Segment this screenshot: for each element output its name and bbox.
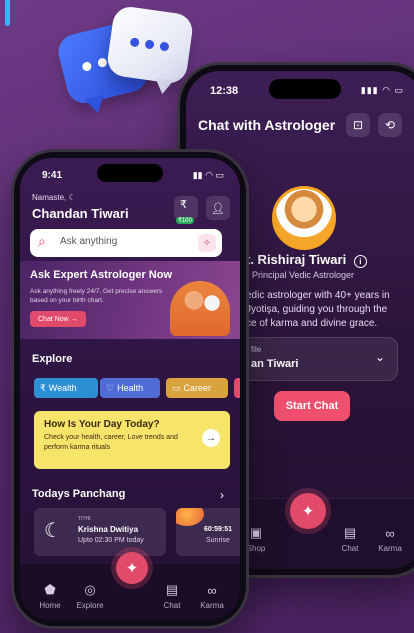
dot [144, 39, 155, 50]
banner-title: Ask Expert Astrologer Now [30, 269, 173, 281]
sunrise-time: 60:59:51 [204, 526, 233, 533]
sunrise-label: Sunrise [206, 537, 230, 544]
status-time: 12:38 [210, 85, 239, 97]
page-title: Chat with Astrologer [198, 117, 336, 133]
wallet-amount: ₹100 [176, 217, 194, 224]
tithi-time: Upto 02:30 PM today [78, 537, 144, 544]
infinity-icon: ∞ [207, 583, 217, 598]
greeting-text: Namaste, [32, 193, 67, 202]
sparkle-icon[interactable]: ✧ [198, 234, 216, 252]
home-screen: 9:41 ▮▮ ◠ ▭ Namaste, ☾ Chandan Tiwari ₹ … [20, 158, 240, 620]
dynamic-island [269, 79, 341, 99]
chevron-right-icon[interactable]: › [220, 488, 224, 502]
astrologer-bio: edic astrologer with 40+ years in Jyotiş… [246, 290, 390, 329]
chip-more[interactable] [234, 378, 240, 398]
status-icons: ▮▮ ◠ ▭ [192, 170, 224, 180]
tithi-label: TITHI [78, 516, 91, 522]
sunrise-card[interactable]: 60:59:51 Sunrise [176, 508, 240, 556]
search-input[interactable] [58, 235, 192, 248]
arrow-right-icon[interactable]: → [202, 429, 220, 447]
chat-now-button[interactable]: Chat Now → [30, 311, 86, 327]
moon-icon: ☾ [68, 193, 76, 202]
chip-wealth[interactable]: ₹ Wealth [34, 378, 98, 398]
chevron-down-icon: ⌄ [374, 350, 385, 364]
info-icon[interactable]: i [353, 255, 367, 268]
bottom-nav: ⬟ Home ◎ Explore ✦ ▤ Chat ∞ Karma [20, 552, 240, 620]
nav-chat[interactable]: ▤ Chat [330, 525, 370, 553]
astrologer-name: t. Rishiraj Tiwari i [246, 252, 367, 268]
wallet-icon: ₹ [180, 199, 187, 211]
crescent-moon-icon: ☾ [44, 520, 62, 542]
chat-icon: ▤ [343, 525, 357, 540]
astrologer-illustration [170, 281, 230, 336]
rupee-icon: ₹ [40, 382, 46, 393]
dynamic-island [97, 164, 163, 182]
astrologer-avatar [272, 186, 336, 250]
home-icon: ⬟ [44, 582, 56, 597]
chip-health-label: Health [117, 383, 144, 393]
tithi-name: Krishna Dwitiya [78, 525, 139, 534]
nav-explore[interactable]: ◎ Explore [70, 582, 110, 610]
user-name: Chandan Tiwari [32, 206, 129, 221]
nav-chat-label: Chat [341, 544, 359, 553]
wallet-button[interactable]: ₹ ₹100 [174, 196, 198, 224]
day-card-title: How Is Your Day Today? [44, 419, 160, 430]
briefcase-icon: ▭ [172, 382, 181, 393]
corner-accent [5, 0, 10, 26]
promo-banner[interactable]: Ask Expert Astrologer Now Ask anything f… [20, 261, 240, 339]
nav-karma-label: Karma [378, 544, 402, 553]
day-card-text: Check your health, career, Love trends a… [44, 434, 178, 451]
profile-value: an Tiwari [251, 358, 299, 370]
chip-career-label: Career [183, 383, 212, 393]
dot [81, 61, 93, 72]
infinity-icon: ∞ [385, 526, 395, 541]
profile-button[interactable]: 👤︎ [206, 196, 230, 220]
chat-bubble-white-icon [105, 4, 195, 86]
search-bar: ⌕ ✧ [30, 229, 222, 257]
astrologer-role: Principal Vedic Astrologer [252, 270, 355, 280]
chip-health[interactable]: ♡ Health [100, 378, 160, 398]
center-action-icon[interactable]: ✦ [290, 493, 326, 529]
nav-shop-label: Shop [246, 544, 266, 553]
history-icon[interactable]: ⟲ [378, 113, 402, 137]
nav-karma-label: Karma [200, 601, 224, 610]
heart-icon: ♡ [106, 382, 115, 393]
panchang-title: Todays Panchang [32, 488, 126, 500]
greeting: Namaste, ☾ [32, 193, 76, 202]
status-time: 9:41 [42, 170, 63, 181]
dot [159, 41, 170, 52]
chat-icon: ▤ [165, 582, 179, 597]
chip-wealth-label: Wealth [48, 383, 77, 393]
nav-chat-label: Chat [163, 601, 181, 610]
nav-home-label: Home [39, 601, 61, 610]
front-phone: 9:41 ▮▮ ◠ ▭ Namaste, ☾ Chandan Tiwari ₹ … [14, 152, 246, 626]
nav-explore-label: Explore [76, 601, 104, 610]
chip-career[interactable]: ▭ Career [166, 378, 228, 398]
sun-icon [176, 508, 204, 526]
profile-label: file [251, 345, 262, 354]
wallet-icon[interactable]: ⊡ [346, 113, 370, 137]
compass-icon: ◎ [84, 582, 96, 597]
start-chat-button[interactable]: Start Chat [274, 391, 350, 421]
explore-title: Explore [32, 353, 73, 365]
nav-karma[interactable]: ∞ Karma [192, 583, 232, 610]
dot [129, 37, 140, 48]
banner-subtitle: Ask anything freely 24/7. Get precise an… [30, 288, 163, 304]
nav-home[interactable]: ⬟ Home [30, 582, 70, 610]
nav-karma[interactable]: ∞ Karma [370, 526, 410, 553]
search-icon: ⌕ [38, 233, 46, 249]
nav-chat[interactable]: ▤ Chat [152, 582, 192, 610]
dot [96, 57, 108, 69]
status-icons: ▮▮▮ ◠ ▭ [360, 85, 404, 95]
day-card[interactable]: How Is Your Day Today? Check your health… [34, 411, 230, 469]
center-action-icon[interactable]: ✦ [116, 552, 148, 584]
tithi-card[interactable]: ☾ TITHI Krishna Dwitiya Upto 02:30 PM to… [34, 508, 166, 556]
astrologer-name-text: t. Rishiraj Tiwari [246, 252, 347, 267]
user-icon: 👤︎ [211, 202, 225, 215]
profile-select[interactable]: file an Tiwari ⌄ [240, 337, 398, 381]
